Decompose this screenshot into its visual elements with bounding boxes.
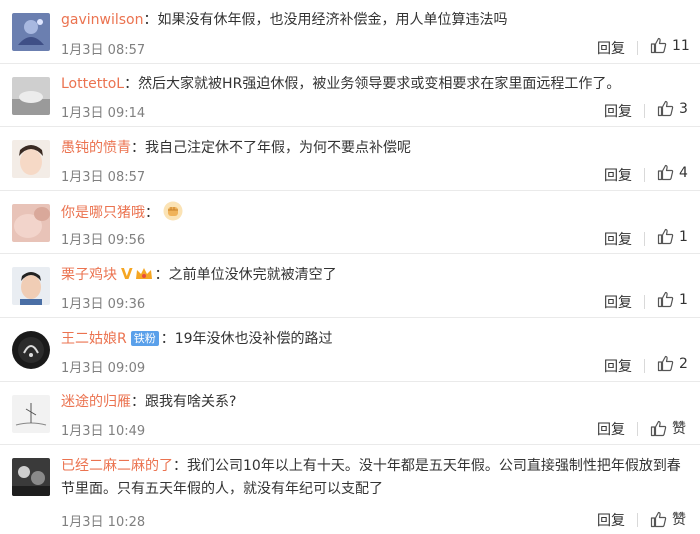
comment-item: 栗子鸡块 V ：之前单位没休完就被清空了 1月3日 09:36 回复 1 xyxy=(0,254,700,318)
like-button[interactable]: 4 xyxy=(657,164,688,181)
comment-text: 王二姑娘R 铁粉 ：19年没休也没补偿的路过 xyxy=(61,331,333,347)
reply-button[interactable]: 回复 xyxy=(604,292,632,312)
avatar[interactable] xyxy=(12,395,50,433)
like-button[interactable]: 3 xyxy=(657,100,688,117)
comment-time: 1月3日 10:28 xyxy=(61,515,146,530)
comment-item: LottettoL：然后大家就被HR强迫休假，被业务领导要求或变相要求在家里面远… xyxy=(0,64,700,127)
avatar[interactable] xyxy=(12,204,50,242)
divider xyxy=(644,168,645,182)
comment-text: gavinwilson：如果没有休年假，也没用经济补偿金，用人单位算违法吗 xyxy=(61,12,508,28)
reply-button[interactable]: 回复 xyxy=(597,510,625,530)
comment-text: 栗子鸡块 V ：之前单位没休完就被清空了 xyxy=(61,263,686,287)
comment-content: 我自己注定休不了年假，为何不要点补偿呢 xyxy=(145,140,411,156)
avatar[interactable] xyxy=(12,267,50,305)
avatar[interactable] xyxy=(12,458,50,496)
avatar[interactable] xyxy=(12,77,50,115)
comment-time: 1月3日 09:09 xyxy=(61,361,146,376)
reply-button[interactable]: 回复 xyxy=(604,356,632,376)
like-count: 3 xyxy=(679,100,688,117)
thumbs-up-icon xyxy=(657,355,674,372)
comment-item: 已经二麻二麻的了：我们公司10年以上有十天。没十年都是五天年假。公司直接强制性把… xyxy=(0,445,700,534)
comment-item: 王二姑娘R 铁粉 ：19年没休也没补偿的路过 1月3日 09:09 回复 2 xyxy=(0,318,700,382)
reply-button[interactable]: 回复 xyxy=(604,229,632,249)
like-button[interactable]: 11 xyxy=(650,37,690,54)
comment-text: 你是哪只猪哦： xyxy=(61,201,686,225)
comment-content: 如果没有休年假，也没用经济补偿金，用人单位算违法吗 xyxy=(157,12,508,28)
reply-button[interactable]: 回复 xyxy=(597,419,625,439)
comment-text: LottettoL：然后大家就被HR强迫休假，被业务领导要求或变相要求在家里面远… xyxy=(61,76,621,92)
comment-time: 1月3日 10:49 xyxy=(61,424,146,439)
like-count: 2 xyxy=(679,355,688,372)
comment-content: 跟我有啥关系? xyxy=(145,394,237,410)
like-button[interactable]: 1 xyxy=(657,228,688,245)
like-label: 赞 xyxy=(672,512,686,528)
verified-v-icon: V xyxy=(121,265,133,283)
comment-time: 1月3日 08:57 xyxy=(61,170,146,185)
avatar[interactable] xyxy=(12,331,50,369)
divider xyxy=(637,41,638,55)
fist-emoji-icon xyxy=(163,201,183,221)
fan-badge: 铁粉 xyxy=(130,331,159,346)
comment-list: gavinwilson：如果没有休年假，也没用经济补偿金，用人单位算违法吗 1月… xyxy=(0,0,700,534)
comment-time: 1月3日 09:56 xyxy=(61,233,146,248)
avatar[interactable] xyxy=(12,140,50,178)
thumbs-up-icon xyxy=(650,420,667,436)
reply-button[interactable]: 回复 xyxy=(597,38,625,58)
thumbs-up-icon xyxy=(657,100,674,117)
comment-item: 迷途的归雁：跟我有啥关系? 1月3日 10:49 回复 赞 xyxy=(0,382,700,445)
comment-time: 1月3日 09:14 xyxy=(61,106,146,121)
like-label: 赞 xyxy=(672,421,686,437)
divider xyxy=(644,232,645,246)
username-link[interactable]: 迷途的归雁 xyxy=(61,394,131,410)
like-count: 4 xyxy=(679,164,688,181)
thumbs-up-icon xyxy=(650,511,667,527)
like-button[interactable]: 2 xyxy=(657,355,688,372)
username-link[interactable]: 愚钝的愤青 xyxy=(61,140,131,156)
thumbs-up-icon xyxy=(657,291,674,308)
comment-text: 愚钝的愤青：我自己注定休不了年假，为何不要点补偿呢 xyxy=(61,140,411,156)
like-button[interactable]: 1 xyxy=(657,291,688,308)
thumbs-up-icon xyxy=(657,164,674,181)
avatar[interactable] xyxy=(12,13,50,51)
username-link[interactable]: 你是哪只猪哦 xyxy=(61,205,145,221)
username-link[interactable]: gavinwilson xyxy=(61,12,143,28)
username-link[interactable]: 已经二麻二麻的了 xyxy=(61,458,173,474)
username-link[interactable]: 栗子鸡块 xyxy=(61,267,117,283)
comment-time: 1月3日 09:36 xyxy=(61,297,146,312)
username-link[interactable]: LottettoL xyxy=(61,76,124,92)
reply-button[interactable]: 回复 xyxy=(604,165,632,185)
comment-item: 愚钝的愤青：我自己注定休不了年假，为何不要点补偿呢 1月3日 08:57 回复 … xyxy=(0,127,700,191)
divider xyxy=(637,422,638,436)
username-link[interactable]: 王二姑娘R xyxy=(61,331,127,347)
divider xyxy=(644,295,645,309)
comment-content: 然后大家就被HR强迫休假，被业务领导要求或变相要求在家里面远程工作了。 xyxy=(138,76,621,92)
like-count: 1 xyxy=(679,291,688,308)
divider xyxy=(644,104,645,118)
comment-text: 已经二麻二麻的了：我们公司10年以上有十天。没十年都是五天年假。公司直接强制性把… xyxy=(61,458,681,497)
comment-content: 19年没休也没补偿的路过 xyxy=(174,331,333,347)
comment-item: 你是哪只猪哦： 1月3日 09:56 回复 1 xyxy=(0,191,700,254)
reply-button[interactable]: 回复 xyxy=(604,101,632,121)
like-button[interactable]: 赞 xyxy=(650,509,686,529)
comment-content: 之前单位没休完就被清空了 xyxy=(168,267,337,283)
comment-time: 1月3日 08:57 xyxy=(61,43,146,58)
like-count: 11 xyxy=(672,37,690,54)
thumbs-up-icon xyxy=(650,37,667,54)
thumbs-up-icon xyxy=(657,228,674,245)
divider xyxy=(644,359,645,373)
comment-item: gavinwilson：如果没有休年假，也没用经济补偿金，用人单位算违法吗 1月… xyxy=(0,0,700,64)
vip-crown-icon xyxy=(135,266,153,280)
comment-text: 迷途的归雁：跟我有啥关系? xyxy=(61,394,237,410)
like-button[interactable]: 赞 xyxy=(650,418,686,438)
divider xyxy=(637,513,638,527)
like-count: 1 xyxy=(679,228,688,245)
